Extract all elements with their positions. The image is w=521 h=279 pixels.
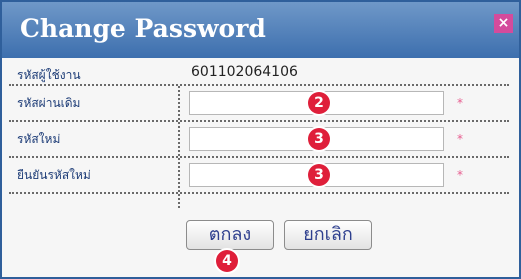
- ok-button[interactable]: ตกลง: [186, 220, 274, 250]
- step-marker-new-password: 3: [308, 128, 330, 150]
- confirm-password-label: ยืนยันรหัสใหม่: [17, 168, 91, 182]
- form-column-divider: [178, 86, 180, 208]
- step-marker-confirm-password: 3: [308, 164, 330, 186]
- confirm-password-row: ยืนยันรหัสใหม่ *: [9, 158, 509, 194]
- step-marker-old-password: 2: [308, 92, 330, 114]
- new-password-row: รหัสใหม่ *: [9, 122, 509, 158]
- dialog-title: Change Password: [20, 14, 266, 43]
- dialog-titlebar: Change Password ×: [2, 2, 519, 58]
- new-password-required-mark: *: [457, 132, 463, 146]
- cancel-button[interactable]: ยกเลิก: [284, 220, 372, 250]
- confirm-password-required-mark: *: [457, 168, 463, 182]
- username-value: 601102064106: [191, 64, 298, 80]
- step-marker-ok: 4: [216, 250, 238, 272]
- username-row: รหัสผู้ใช้งาน 601102064106: [9, 58, 509, 86]
- close-icon[interactable]: ×: [494, 14, 513, 33]
- new-password-label: รหัสใหม่: [17, 132, 61, 146]
- change-password-dialog: Change Password × รหัสผู้ใช้งาน 60110206…: [0, 0, 521, 279]
- password-form: รหัสผู้ใช้งาน 601102064106 รหัสผ่านเดิม …: [9, 58, 509, 194]
- username-label: รหัสผู้ใช้งาน: [17, 68, 81, 82]
- old-password-row: รหัสผ่านเดิม *: [9, 86, 509, 122]
- old-password-label: รหัสผ่านเดิม: [17, 96, 81, 110]
- old-password-required-mark: *: [457, 96, 463, 110]
